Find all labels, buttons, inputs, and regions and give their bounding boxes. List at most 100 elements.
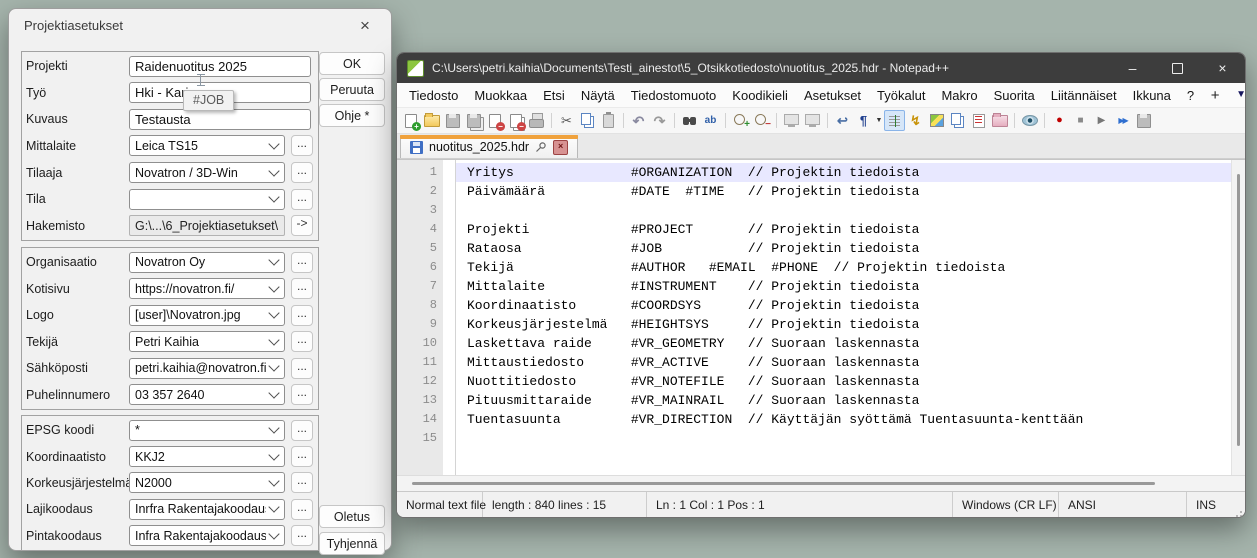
sync-vertical-icon[interactable] (781, 110, 802, 131)
tab-close-icon[interactable]: × (553, 140, 568, 155)
dialog-close-icon[interactable]: × (354, 17, 376, 34)
open-file-icon[interactable] (421, 110, 442, 131)
play-macro-icon[interactable]: ▶ (1091, 110, 1112, 131)
browse-button[interactable]: ... (291, 252, 313, 273)
tilaaja-combobox[interactable]: Novatron / 3D-Win (129, 162, 285, 183)
cut-icon[interactable]: ✂ (556, 110, 577, 131)
pin-icon[interactable] (535, 141, 547, 153)
menu-item[interactable]: Näytä (573, 83, 623, 107)
word-wrap-icon[interactable]: ↩ (832, 110, 853, 131)
tab-nuotitus-2025[interactable]: nuotitus_2025.hdr × (400, 135, 578, 158)
browse-button[interactable]: ... (291, 420, 313, 441)
field-combobox[interactable]: https://novatron.fi/ (129, 278, 285, 299)
print-icon[interactable] (526, 110, 547, 131)
field-combobox[interactable]: [user]\Novatron.jpg (129, 305, 285, 326)
undo-icon[interactable]: ↶ (628, 110, 649, 131)
browse-button[interactable]: ... (291, 135, 313, 156)
close-all-icon[interactable] (505, 110, 526, 131)
document-list-icon[interactable] (947, 110, 968, 131)
save-icon[interactable] (442, 110, 463, 131)
menu-item[interactable]: Asetukset (796, 83, 869, 107)
save-all-icon[interactable] (463, 110, 484, 131)
default-button[interactable]: Oletus (319, 505, 385, 528)
browse-button[interactable]: ... (291, 472, 313, 493)
projekti-input[interactable] (129, 56, 311, 77)
browse-button[interactable]: ... (291, 446, 313, 467)
sync-horizontal-icon[interactable] (802, 110, 823, 131)
function-list-icon[interactable] (968, 110, 989, 131)
toolbar-separator[interactable] (547, 110, 556, 131)
browse-button[interactable]: ... (291, 189, 313, 210)
kuvaus-input[interactable] (129, 109, 311, 130)
clear-button[interactable]: Tyhjennä (319, 532, 385, 555)
menu-item[interactable]: Etsi (535, 83, 573, 107)
browse-button[interactable]: ... (291, 525, 313, 546)
text-editor[interactable]: 1 Yritys #ORGANIZATION // Projektin tied… (397, 159, 1245, 475)
menu-item[interactable]: Makro (933, 83, 985, 107)
open-directory-button[interactable]: -> (291, 215, 313, 236)
toolbar-separator[interactable] (619, 110, 628, 131)
browse-button[interactable]: ... (291, 331, 313, 352)
menu-item[interactable]: ? (1179, 83, 1202, 107)
menu-item[interactable]: Tiedostomuoto (623, 83, 725, 107)
resize-grip-icon[interactable] (1233, 492, 1245, 517)
toolbar-separator[interactable] (772, 110, 781, 131)
menu-item[interactable]: Ikkuna (1125, 83, 1179, 107)
toolbar-separator[interactable] (670, 110, 679, 131)
menu-item[interactable]: Työkalut (869, 83, 933, 107)
browse-button[interactable]: ... (291, 305, 313, 326)
browse-button[interactable]: ... (291, 358, 313, 379)
field-combobox[interactable]: * (129, 420, 285, 441)
new-tab-button[interactable]: + (1202, 88, 1228, 103)
vertical-scrollbar-thumb[interactable] (1237, 174, 1240, 446)
minimize-button[interactable]: – (1110, 53, 1155, 83)
browse-button[interactable]: ... (291, 278, 313, 299)
horizontal-scrollbar[interactable] (397, 475, 1245, 491)
record-macro-icon[interactable]: ● (1049, 110, 1070, 131)
user-define-dialog-icon[interactable]: ↯ (905, 110, 926, 131)
menu-item[interactable]: Muokkaa (466, 83, 535, 107)
menu-item[interactable]: Tiedosto (401, 83, 466, 107)
toolbar-separator[interactable] (1010, 110, 1019, 131)
dropdown-arrow-icon[interactable]: ▼ (874, 110, 884, 131)
browse-button[interactable]: ... (291, 499, 313, 520)
folder-as-workspace-icon[interactable] (989, 110, 1010, 131)
monitoring-icon[interactable] (1019, 110, 1040, 131)
zoom-in-icon[interactable] (730, 110, 751, 131)
cancel-button[interactable]: Peruuta (319, 78, 385, 101)
paste-icon[interactable] (598, 110, 619, 131)
new-file-icon[interactable] (400, 110, 421, 131)
find-icon[interactable] (679, 110, 700, 131)
window-titlebar[interactable]: C:\Users\petri.kaihia\Documents\Testi_ai… (397, 53, 1245, 83)
run-macro-multiple-icon[interactable]: ▶▶ (1112, 110, 1133, 131)
mittalaite-combobox[interactable]: Leica TS15 (129, 135, 285, 156)
document-map-icon[interactable] (926, 110, 947, 131)
stop-macro-icon[interactable]: ■ (1070, 110, 1091, 131)
field-combobox[interactable]: KKJ2 (129, 446, 285, 467)
zoom-out-icon[interactable] (751, 110, 772, 131)
toolbar-separator[interactable] (823, 110, 832, 131)
toolbar-separator[interactable] (721, 110, 730, 131)
vertical-scrollbar[interactable] (1231, 160, 1245, 475)
field-combobox[interactable]: Inrfra Rakentajakoodaus (129, 499, 285, 520)
field-combobox[interactable]: Infra Rakentajakoodaus (129, 525, 285, 546)
show-all-characters-icon[interactable]: ¶ (853, 110, 874, 131)
save-macro-icon[interactable] (1133, 110, 1154, 131)
close-button[interactable]: × (1200, 53, 1245, 83)
redo-icon[interactable]: ↷ (649, 110, 670, 131)
replace-icon[interactable]: ab (700, 110, 721, 131)
horizontal-scrollbar-thumb[interactable] (412, 482, 1155, 485)
field-combobox[interactable]: 03 357 2640 (129, 384, 285, 405)
tab-list-button[interactable]: ▼ (1228, 90, 1246, 100)
help-button[interactable]: Ohje * (319, 104, 385, 127)
menu-item[interactable]: Liitännäiset (1043, 83, 1125, 107)
toolbar-separator[interactable] (1040, 110, 1049, 131)
menu-item[interactable]: Koodikieli (724, 83, 796, 107)
maximize-button[interactable] (1155, 53, 1200, 83)
field-combobox[interactable]: Petri Kaihia (129, 331, 285, 352)
ok-button[interactable]: OK (319, 52, 385, 75)
field-combobox[interactable]: petri.kaihia@novatron.fi (129, 358, 285, 379)
field-combobox[interactable]: Novatron Oy (129, 252, 285, 273)
dialog-titlebar[interactable]: Projektiasetukset × (9, 9, 391, 42)
menu-item[interactable]: Suorita (986, 83, 1043, 107)
